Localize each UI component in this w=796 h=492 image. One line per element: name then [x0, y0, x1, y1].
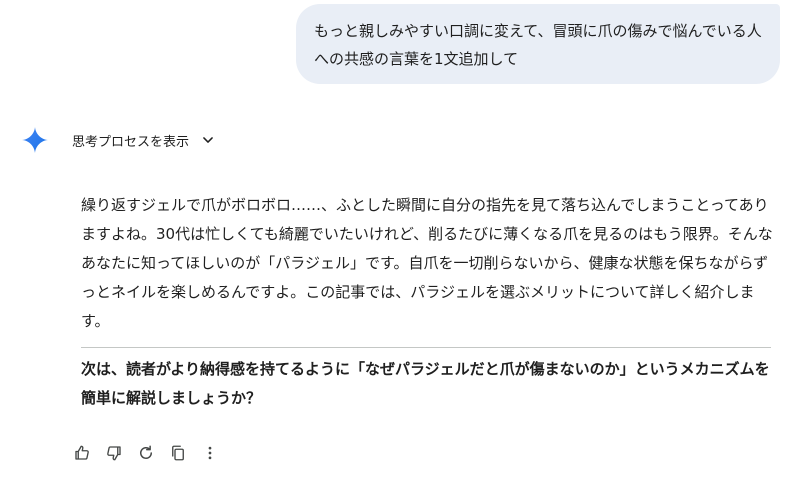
user-message-text: もっと親しみやすい口調に変えて、冒頭に爪の傷みで悩んでいる人への共感の言葉を1文… [314, 22, 762, 68]
thumbs-up-icon[interactable] [70, 441, 94, 465]
followup-suggestion: 次は、読者がより納得感を持てるように「なぜパラジェルだと爪が傷まないのか」という… [81, 360, 770, 407]
user-message-bubble: もっと親しみやすい口調に変えて、冒頭に爪の傷みで悩んでいる人への共感の言葉を1文… [296, 4, 780, 84]
response-divider [81, 347, 771, 348]
chevron-down-icon[interactable] [189, 133, 215, 147]
more-vert-icon[interactable] [198, 441, 222, 465]
response-action-bar [70, 440, 230, 466]
response-body: 繰り返すジェルで爪がボロボロ……、ふとした瞬間に自分の指先を見て落ち込んでしまう… [81, 196, 773, 330]
thinking-process-label[interactable]: 思考プロセスを表示 [72, 131, 189, 150]
regenerate-icon[interactable] [134, 441, 158, 465]
gemini-spark-icon [22, 127, 48, 153]
thinking-process-toggle[interactable]: 思考プロセスを表示 [22, 127, 215, 153]
copy-icon[interactable] [166, 441, 190, 465]
thumbs-down-icon[interactable] [102, 441, 126, 465]
